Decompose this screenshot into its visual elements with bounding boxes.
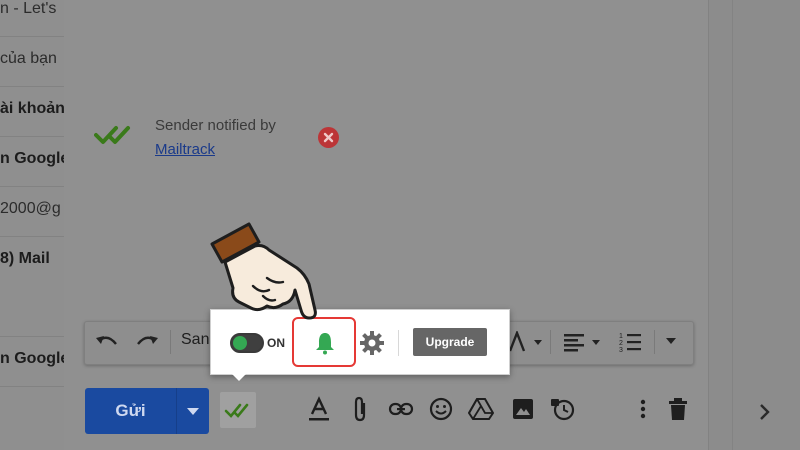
more-vert-icon[interactable] <box>630 396 656 422</box>
chevron-down-icon[interactable] <box>664 336 678 346</box>
mailtrack-button[interactable] <box>220 392 256 428</box>
svg-text:3: 3 <box>619 347 623 354</box>
toggle-knob <box>233 336 247 350</box>
hand-pointer-icon <box>210 222 317 320</box>
compose-window <box>64 0 708 450</box>
inbox-row-text: của bạn <box>0 50 57 67</box>
inbox-row[interactable]: n - Let's <box>0 0 64 37</box>
align-icon[interactable] <box>562 331 606 353</box>
mailtrack-link[interactable]: Mailtrack <box>155 141 215 158</box>
inbox-row-text: n Google <box>0 350 64 367</box>
inbox-row-text: 2000@g <box>0 200 61 217</box>
popup-divider <box>398 330 399 356</box>
inbox-row[interactable]: ài khoản <box>0 86 64 137</box>
numbered-list-icon[interactable]: 1 2 3 <box>618 330 642 354</box>
inbox-row[interactable]: của bạn <box>0 36 64 87</box>
double-check-icon <box>224 403 249 418</box>
photo-icon[interactable] <box>510 396 536 422</box>
svg-text:2: 2 <box>619 340 623 347</box>
inbox-row[interactable]: n Google <box>0 136 64 187</box>
right-divider <box>732 0 733 450</box>
double-check-icon <box>94 126 130 144</box>
toolbar-divider <box>170 330 171 354</box>
undo-icon[interactable] <box>94 332 120 352</box>
svg-text:1: 1 <box>619 333 623 340</box>
inbox-row[interactable]: 2000@g <box>0 186 64 237</box>
link-icon[interactable] <box>388 396 414 422</box>
popup-arrow <box>230 372 248 381</box>
right-panel <box>708 0 800 450</box>
send-button[interactable]: Gửi <box>85 388 176 434</box>
gear-icon[interactable] <box>359 330 385 356</box>
font-select[interactable]: San <box>181 331 209 349</box>
inbox-row-text: n - Let's <box>0 0 57 17</box>
inbox-row[interactable]: 8) Mail <box>0 236 64 337</box>
redo-icon[interactable] <box>134 332 160 352</box>
upgrade-button[interactable]: Upgrade <box>413 328 487 356</box>
drive-icon[interactable] <box>468 396 494 422</box>
toolbar-divider <box>654 330 655 354</box>
schedule-lock-icon[interactable] <box>550 396 576 422</box>
notice-text: Sender notified by <box>155 117 276 134</box>
inbox-row-text: 8) Mail <box>0 250 50 267</box>
chevron-right-icon[interactable] <box>757 400 773 424</box>
toggle-label: ON <box>267 336 285 350</box>
inbox-row-text: n Google <box>0 150 64 167</box>
trash-icon[interactable] <box>665 396 691 422</box>
chevron-down-icon <box>187 408 199 415</box>
inbox-row-text: ài khoản <box>0 100 64 117</box>
emoji-icon[interactable] <box>428 396 454 422</box>
toolbar-divider <box>550 330 551 354</box>
text-color-icon[interactable] <box>506 331 546 353</box>
inbox-list: n - Let's của bạn ài khoản n Google 2000… <box>0 0 64 450</box>
bell-icon <box>316 333 334 355</box>
close-circle-icon[interactable] <box>318 127 339 148</box>
attach-icon[interactable] <box>348 396 374 422</box>
send-options-button[interactable] <box>177 388 209 434</box>
inbox-row[interactable]: n Google <box>0 336 64 387</box>
text-format-icon[interactable] <box>306 396 332 422</box>
